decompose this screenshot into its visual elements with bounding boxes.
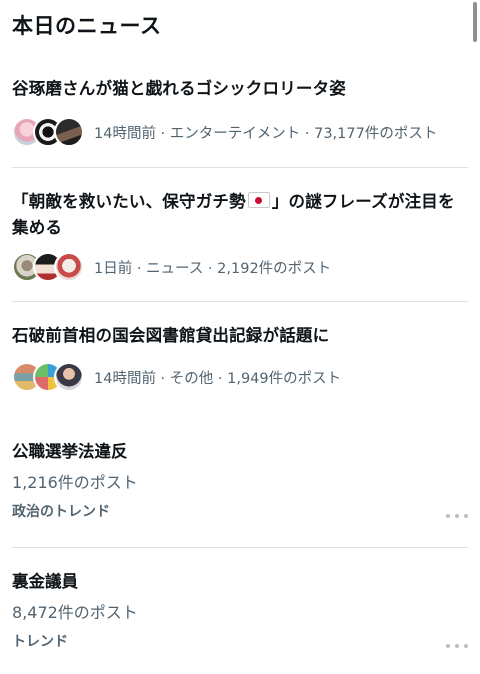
headline-part: 「朝敵を救いたい、保守ガチ勢: [12, 192, 246, 211]
trend-item-2[interactable]: 裏金議員 8,472件のポスト トレンド: [12, 570, 468, 652]
news-meta: 1日前 · ニュース · 2,192件のポスト: [94, 260, 332, 277]
news-headline[interactable]: 石破前首相の国会図書館貸出記録が話題に: [12, 323, 468, 349]
trend-item-1[interactable]: 公職選挙法違反 1,216件のポスト 政治のトレンド: [12, 440, 468, 522]
trend-title[interactable]: 公職選挙法違反: [12, 440, 468, 464]
trend-post-count: 1,216件のポスト: [12, 473, 138, 492]
divider: [12, 167, 468, 168]
news-headline[interactable]: 谷琢磨さんが猫と戯れるゴシックロリータ姿: [12, 76, 468, 102]
divider: [12, 301, 468, 302]
avatar-group: [12, 117, 84, 147]
news-item-2[interactable]: 「朝敵を救いたい、保守ガチ勢 」の謎フレーズが注目を集める 1日前 · ニュース …: [12, 189, 468, 283]
avatar-group: [12, 362, 84, 392]
news-item-1[interactable]: 谷琢磨さんが猫と戯れるゴシックロリータ姿 14時間前 · エンターテイメント ·…: [12, 76, 468, 148]
news-meta: 14時間前 · その他 · 1,949件のポスト: [94, 370, 342, 387]
news-headline[interactable]: 「朝敵を救いたい、保守ガチ勢 」の謎フレーズが注目を集める: [12, 189, 468, 241]
news-meta-row: 14時間前 · その他 · 1,949件のポスト: [12, 361, 468, 393]
trend-category: トレンド: [12, 634, 68, 650]
scrollbar[interactable]: [473, 2, 477, 42]
trend-title[interactable]: 裏金議員: [12, 570, 468, 594]
trend-post-count: 8,472件のポスト: [12, 603, 138, 622]
news-meta: 14時間前 · エンターテイメント · 73,177件のポスト: [94, 125, 438, 142]
more-options-icon[interactable]: [446, 510, 468, 522]
section-title: 本日のニュース: [12, 14, 162, 38]
avatar: [54, 252, 84, 282]
avatar: [54, 117, 84, 147]
trend-category: 政治のトレンド: [12, 504, 110, 520]
avatar: [54, 362, 84, 392]
japan-flag-icon: [247, 192, 270, 208]
divider: [12, 547, 468, 548]
news-meta-row: 14時間前 · エンターテイメント · 73,177件のポスト: [12, 116, 468, 148]
news-item-3[interactable]: 石破前首相の国会図書館貸出記録が話題に 14時間前 · その他 · 1,949件…: [12, 323, 468, 393]
more-options-icon[interactable]: [446, 640, 468, 652]
avatar-group: [12, 252, 84, 282]
news-meta-row: 1日前 · ニュース · 2,192件のポスト: [12, 251, 468, 283]
